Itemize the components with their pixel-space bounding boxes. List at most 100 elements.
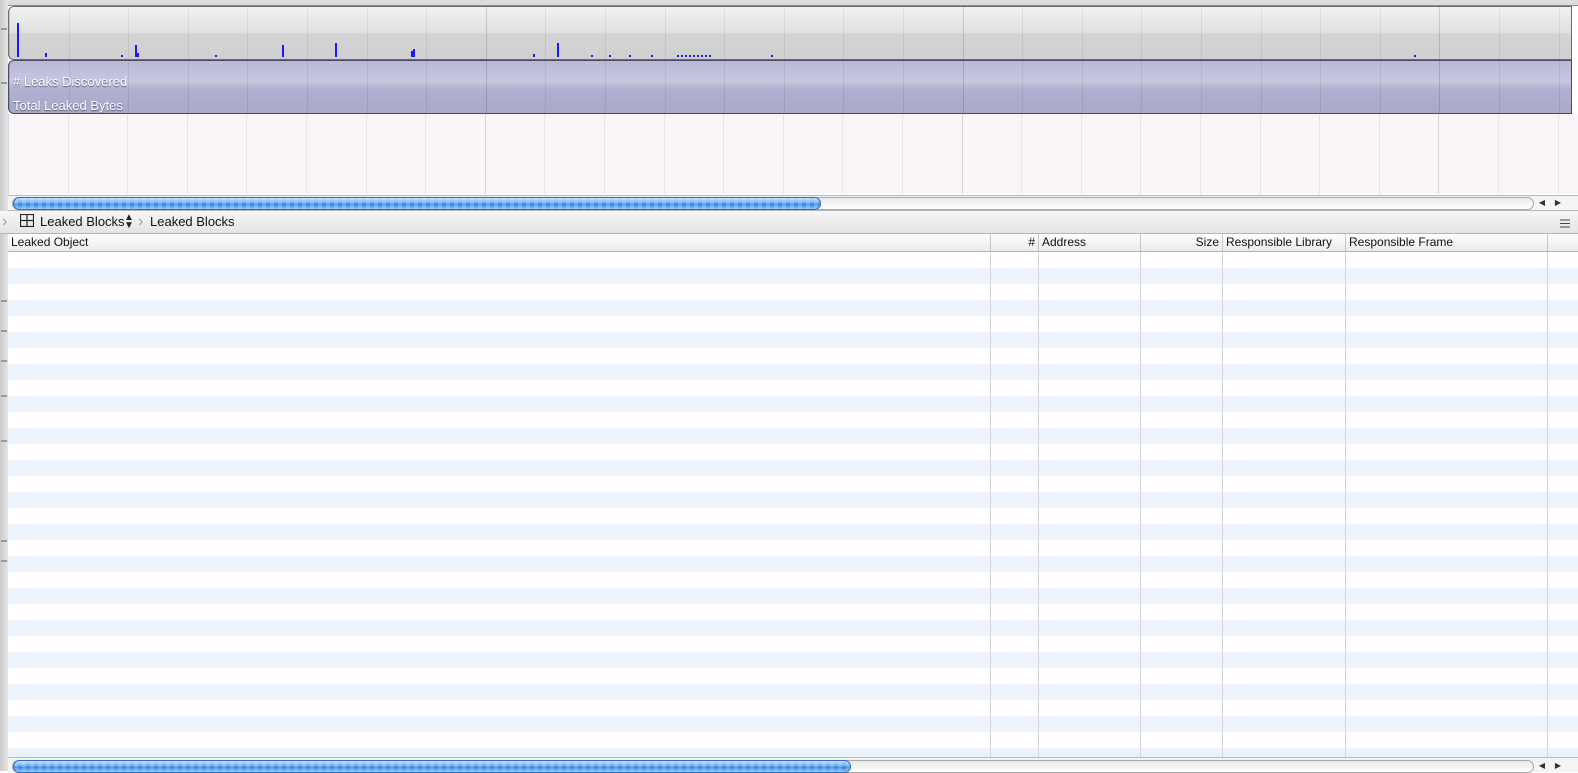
allocation-spike — [335, 43, 337, 57]
triangle-right-icon[interactable]: ▶ — [1551, 759, 1565, 772]
allocation-spike — [693, 55, 695, 57]
grid-line — [247, 7, 249, 59]
gutter-mark — [1, 440, 7, 442]
allocation-spike — [697, 55, 699, 57]
allocation-spike — [591, 55, 593, 57]
list-lines-icon[interactable] — [1560, 217, 1570, 231]
timeline-scrollbar[interactable]: ◀ ▶ — [8, 195, 1578, 211]
triangle-left-icon[interactable]: ◀ — [1535, 196, 1549, 209]
grid-line — [782, 114, 784, 194]
allocation-spike — [413, 49, 415, 57]
grid-line — [485, 61, 487, 113]
allocation-spike — [701, 55, 703, 57]
grid-line — [842, 114, 844, 194]
view-selector-popup[interactable]: Leaked Blocks — [40, 214, 125, 229]
grid-line — [545, 61, 547, 113]
gutter-mark — [1, 330, 7, 332]
grid-line — [366, 7, 368, 59]
grid-line — [783, 61, 785, 113]
grid-line — [1259, 114, 1261, 194]
allocation-spike — [121, 55, 123, 57]
breadcrumb-leaked-blocks[interactable]: Leaked Blocks — [150, 214, 235, 229]
grid-line — [306, 114, 307, 194]
column-header-responsible-frame[interactable]: Responsible Frame — [1346, 234, 1548, 251]
grid-line — [604, 114, 605, 194]
grid-line — [1081, 7, 1083, 59]
allocation-spike — [681, 55, 683, 57]
allocation-spike — [771, 55, 773, 57]
allocation-spike — [533, 54, 535, 57]
grid-line — [127, 114, 129, 194]
leaks-discovered-label: # Leaks Discovered — [13, 74, 128, 89]
up-down-chevron-icon[interactable]: ▲ ▼ — [124, 213, 134, 231]
column-header-count[interactable]: # — [991, 234, 1039, 251]
column-header-address[interactable]: Address — [1039, 234, 1141, 251]
gutter-mark — [1, 540, 7, 542]
triangle-left-icon[interactable]: ◀ — [1535, 759, 1549, 772]
table-grid-icon[interactable] — [19, 213, 35, 230]
gutter-mark — [1, 360, 7, 362]
total-leaked-bytes-label: Total Leaked Bytes — [13, 98, 123, 113]
grid-line — [605, 7, 606, 59]
grid-line — [843, 7, 845, 59]
grid-line — [307, 61, 308, 113]
jump-bar: › Leaked Blocks ▲ ▼ › Leaked Blocks — [0, 211, 1578, 234]
left-gutter — [0, 0, 8, 771]
grid-line — [962, 7, 964, 59]
grid-line — [545, 7, 547, 59]
allocation-spike — [215, 55, 217, 57]
grid-line — [1558, 7, 1560, 59]
allocation-spike — [609, 55, 611, 57]
column-header-leaked-object[interactable]: Leaked Object — [8, 234, 991, 251]
grid-line — [902, 114, 903, 194]
allocation-spike — [557, 43, 559, 57]
grid-line — [1140, 114, 1142, 194]
gutter-mark — [1, 82, 7, 84]
grid-line — [724, 61, 726, 113]
column-divider — [1222, 252, 1223, 757]
grid-line — [186, 114, 188, 194]
grid-line — [1201, 61, 1202, 113]
grid-line — [1080, 114, 1082, 194]
column-divider — [1038, 252, 1039, 757]
column-header-size[interactable]: Size — [1141, 234, 1223, 251]
table-scrollbar[interactable]: ◀ ▶ — [8, 757, 1578, 773]
grid-line — [246, 114, 248, 194]
timeline-scroll-thumb[interactable] — [13, 197, 821, 210]
grid-line — [425, 114, 427, 194]
grid-line — [426, 61, 428, 113]
allocation-spike — [282, 45, 284, 57]
grid-line — [1379, 7, 1381, 59]
leaks-track[interactable]: # Leaks Discovered Total Leaked Bytes — [8, 60, 1572, 114]
grid-line — [426, 7, 428, 59]
timeline-detail-area[interactable] — [8, 114, 1578, 194]
allocation-spike — [685, 55, 687, 57]
grid-line — [485, 7, 487, 59]
grid-line — [1021, 114, 1023, 194]
allocation-spike — [1414, 55, 1416, 57]
allocation-spike — [651, 55, 653, 57]
triangle-right-icon[interactable]: ▶ — [1551, 196, 1565, 209]
leaked-blocks-table[interactable] — [8, 252, 1578, 757]
grid-line — [366, 61, 368, 113]
column-divider — [990, 252, 991, 757]
grid-line — [1499, 61, 1500, 113]
grid-line — [1320, 7, 1322, 59]
column-divider — [1547, 252, 1548, 757]
grid-line — [1320, 61, 1322, 113]
grid-line — [1081, 61, 1083, 113]
grid-line — [1558, 61, 1560, 113]
grid-line — [365, 114, 367, 194]
grid-line — [961, 114, 963, 194]
column-divider — [1140, 252, 1141, 757]
allocation-spike — [705, 55, 707, 57]
grid-line — [1438, 114, 1440, 194]
grid-line — [247, 61, 249, 113]
grid-line — [1141, 7, 1143, 59]
column-divider — [1345, 252, 1346, 757]
table-scroll-thumb[interactable] — [13, 760, 851, 773]
grid-line — [1022, 61, 1024, 113]
allocations-track[interactable] — [8, 6, 1572, 60]
grid-line — [1499, 7, 1500, 59]
column-header-responsible-library[interactable]: Responsible Library — [1223, 234, 1346, 251]
